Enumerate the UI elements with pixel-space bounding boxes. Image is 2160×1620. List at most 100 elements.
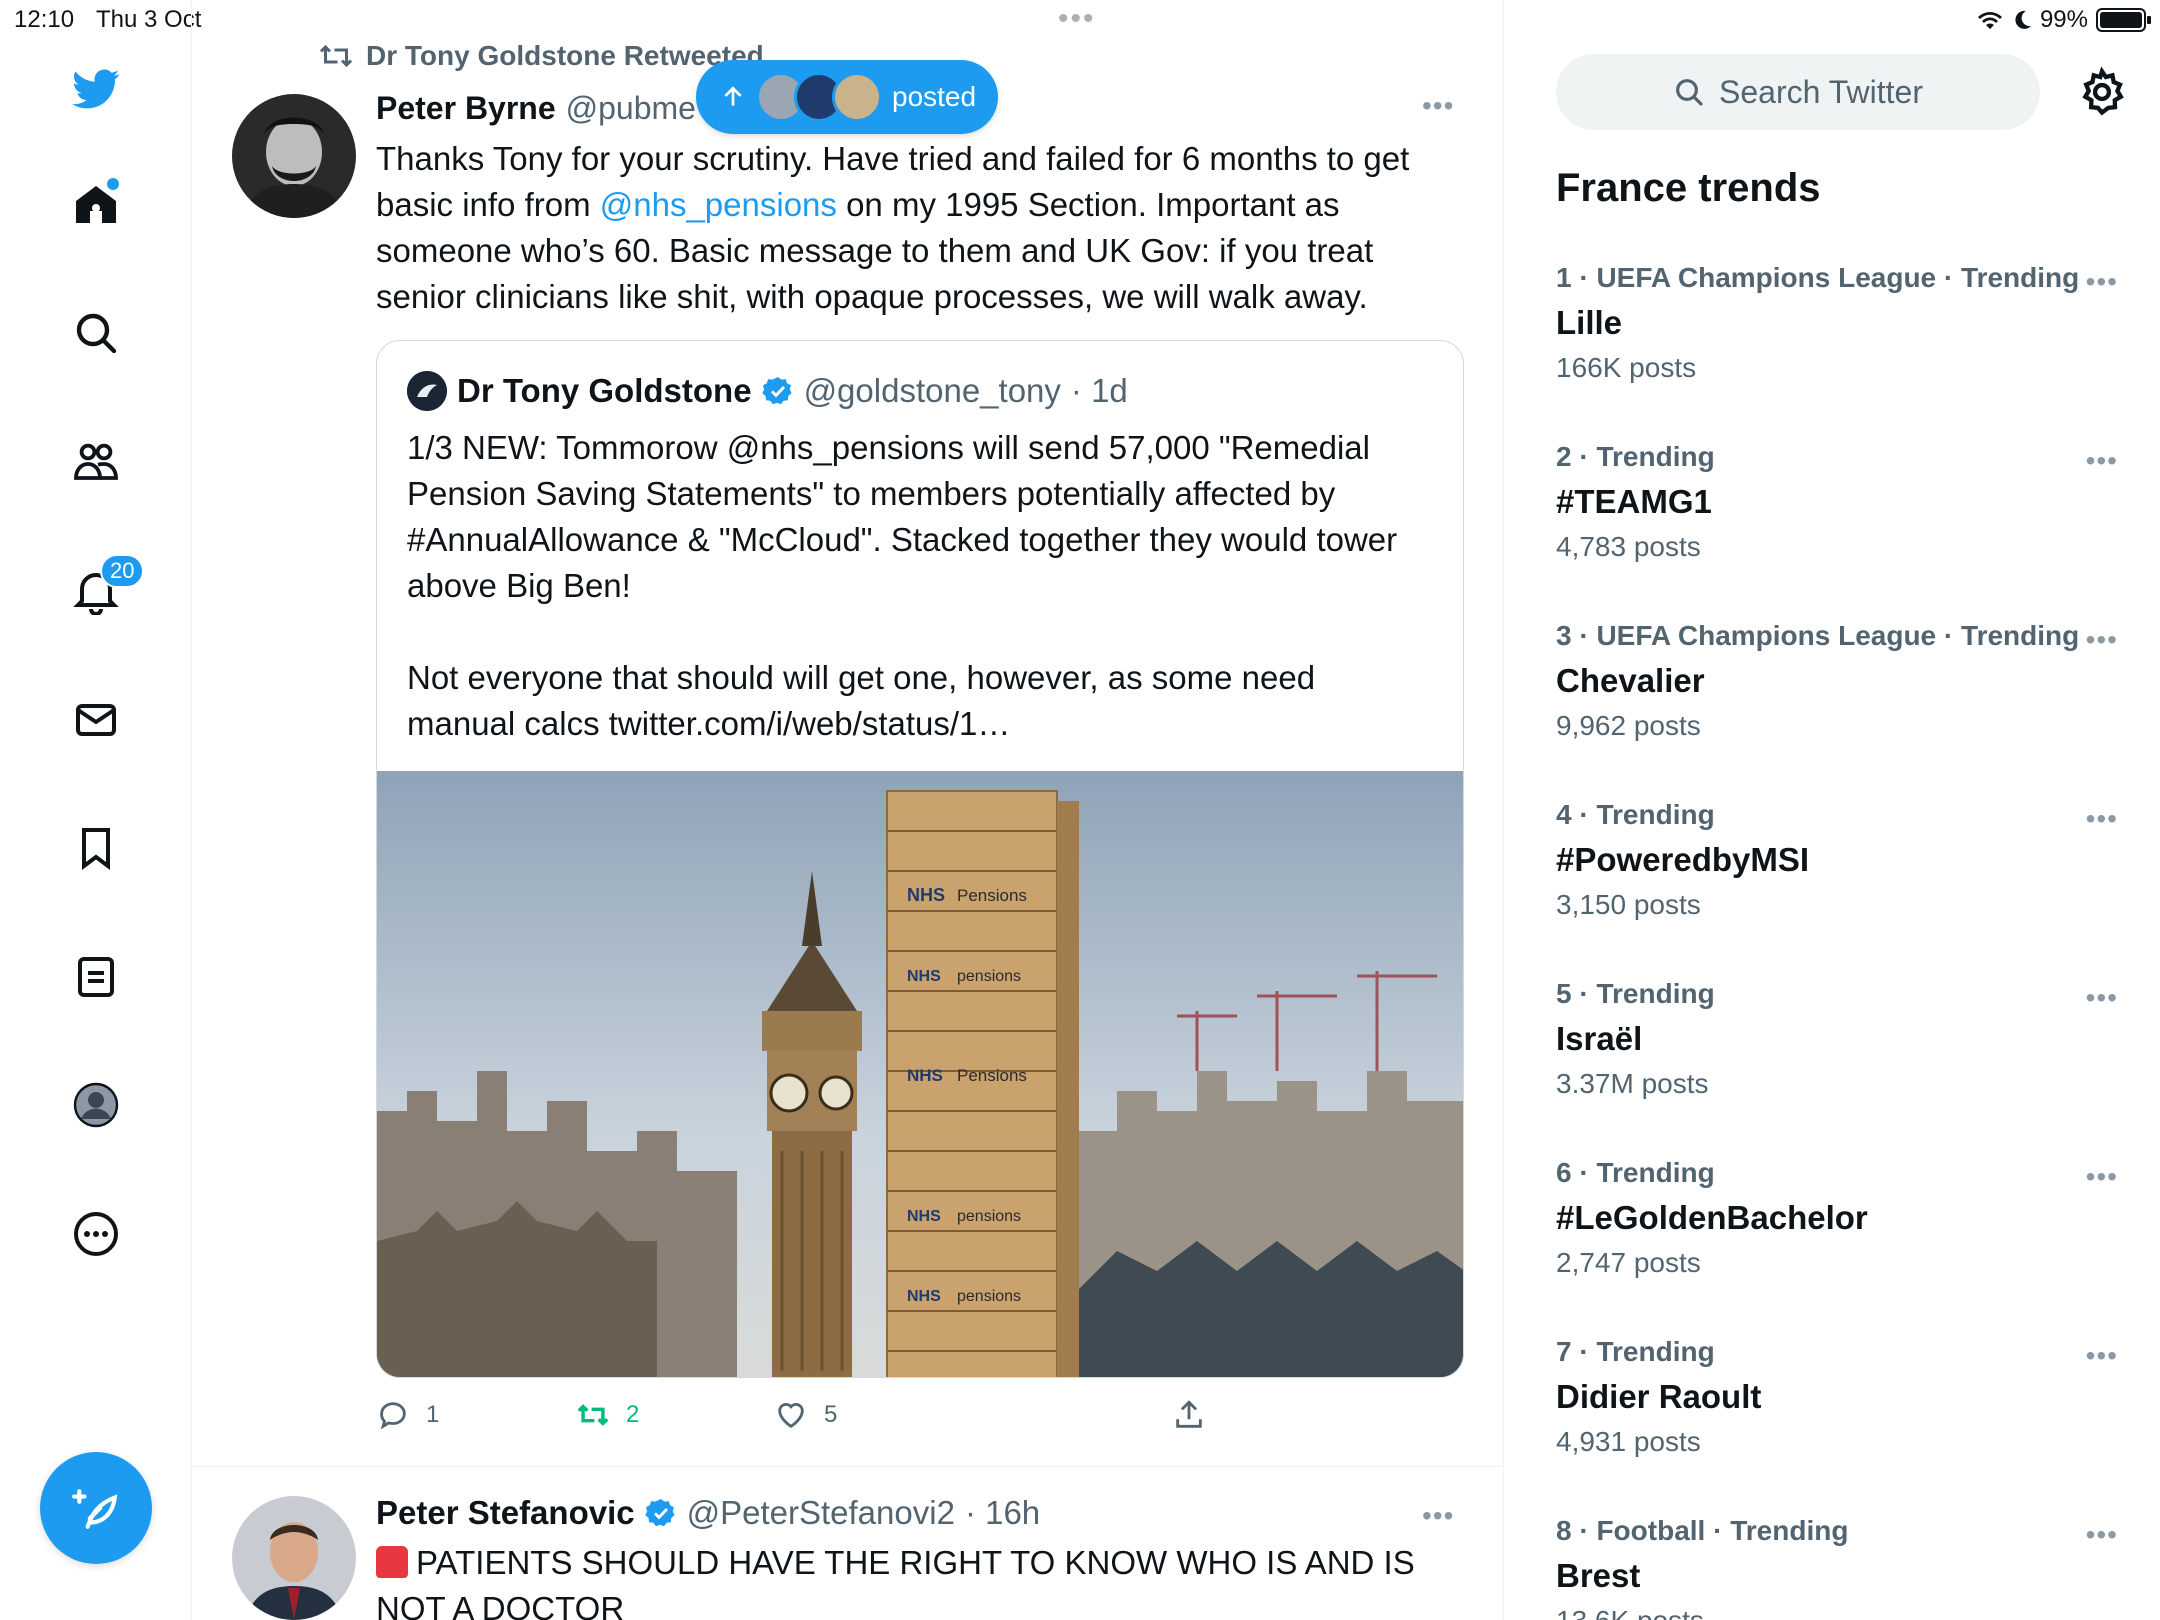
verified-badge-icon: [761, 377, 792, 405]
search-placeholder: Search Twitter: [1719, 73, 1923, 110]
trend-item[interactable]: 1 · UEFA Champions League · Trending Lill…: [1556, 262, 2118, 384]
right-sidebar: Search Twitter France trends 1 · UEFA Ch…: [1504, 0, 2160, 1620]
svg-text:pensions: pensions: [957, 1208, 1021, 1225]
trend-more-icon[interactable]: •••: [2086, 982, 2118, 1014]
avatar-peter-stefanovic[interactable]: [232, 1496, 356, 1620]
trend-context: 5 · Trending: [1556, 978, 1715, 1009]
verified-badge-icon: [644, 1499, 675, 1527]
trend-context: 4 · Trending: [1556, 799, 1715, 830]
trend-post-count: 4,931 posts: [1556, 1426, 1701, 1457]
compose-tweet-button[interactable]: [40, 1452, 152, 1564]
trend-more-icon[interactable]: •••: [2086, 1161, 2118, 1193]
tweet-divider: [192, 1466, 1503, 1467]
home-unread-dot: [107, 178, 119, 190]
search-icon[interactable]: [55, 292, 137, 374]
trend-more-icon[interactable]: •••: [2086, 1519, 2118, 1551]
twitter-logo-icon[interactable]: [55, 48, 137, 130]
tweet-text: Thanks Tony for your scrutiny. Have trie…: [376, 140, 1410, 315]
trend-post-count: 3,150 posts: [1556, 889, 1701, 920]
svg-text:NHS: NHS: [907, 1066, 943, 1085]
trend-more-icon[interactable]: •••: [2086, 803, 2118, 835]
settings-gear-icon[interactable]: [2076, 66, 2128, 118]
trend-post-count: 13.6K posts: [1556, 1605, 2116, 1620]
lists-icon[interactable]: [55, 936, 137, 1018]
reply-button[interactable]: 1: [376, 1398, 439, 1432]
more-options-icon[interactable]: [55, 1193, 137, 1275]
trend-item[interactable]: 6 · Trending #LeGoldenBachelor 2,747 posts…: [1556, 1157, 2118, 1279]
trend-name: #TEAMG1: [1556, 483, 1712, 520]
trend-more-icon[interactable]: •••: [2086, 445, 2118, 477]
profile-avatar-icon[interactable]: [55, 1064, 137, 1146]
trends-title: France trends: [1556, 166, 1821, 210]
tweet-author-line: Peter Byrne @pubme: [376, 90, 696, 127]
svg-text:NHS: NHS: [907, 1208, 941, 1225]
author-name[interactable]: Peter Stefanovic: [376, 1494, 635, 1532]
quoted-tweet-header: Dr Tony Goldstone @goldstone_tony · 1d: [407, 371, 1128, 411]
quoted-tweet[interactable]: Dr Tony Goldstone @goldstone_tony · 1d 1…: [376, 340, 1464, 1378]
trend-more-icon[interactable]: •••: [2086, 624, 2118, 656]
tweet2-author-line: Peter Stefanovic @PeterStefanovi2 · 16h: [376, 1494, 1040, 1532]
tweet-more-icon[interactable]: •••: [1422, 90, 1454, 122]
svg-text:Pensions: Pensions: [957, 886, 1027, 905]
share-button[interactable]: [1172, 1398, 1206, 1432]
like-count: 5: [824, 1401, 838, 1428]
quoted-author-handle[interactable]: @goldstone_tony: [804, 372, 1061, 410]
quoted-tweet-text: 1/3 NEW: Tommorow @nhs_pensions will sen…: [407, 429, 1398, 742]
quoted-author-name[interactable]: Dr Tony Goldstone: [457, 372, 752, 410]
svg-text:NHS: NHS: [907, 1288, 941, 1305]
trend-post-count: 2,747 posts: [1556, 1247, 1701, 1278]
trend-post-count: 4,783 posts: [1556, 531, 1701, 562]
trend-name: Brest: [1556, 1557, 1641, 1594]
tweet-more-icon[interactable]: •••: [1422, 1500, 1454, 1532]
trend-name: Lille: [1556, 304, 1623, 341]
trend-name: Israël: [1556, 1020, 1643, 1057]
trend-name: Didier Raoult: [1556, 1378, 1762, 1415]
home-icon[interactable]: [55, 164, 137, 246]
author-name[interactable]: Peter Byrne: [376, 90, 556, 127]
pill-avatars: [756, 72, 882, 122]
trend-context: 6 · Trending: [1556, 1157, 1715, 1188]
trend-post-count: 9,962 posts: [1556, 710, 1701, 741]
trend-item[interactable]: 7 · Trending Didier Raoult 4,931 posts •••: [1556, 1336, 2118, 1458]
trend-name: Chevalier: [1556, 662, 1705, 699]
messages-icon[interactable]: [55, 679, 137, 761]
trend-more-icon[interactable]: •••: [2086, 266, 2118, 298]
svg-text:Pensions: Pensions: [957, 1066, 1027, 1085]
mention-link[interactable]: @nhs_pensions: [600, 186, 837, 223]
trend-item[interactable]: 3 · UEFA Champions League · Trending Chev…: [1556, 620, 2118, 742]
tweet-text: PATIENTS SHOULD HAVE THE RIGHT TO KNOW W…: [376, 1544, 1415, 1620]
trend-more-icon[interactable]: •••: [2086, 1340, 2118, 1372]
retweet-icon: [319, 44, 353, 68]
quoted-tweet-time: · 1d: [1070, 372, 1128, 409]
author-handle[interactable]: @PeterStefanovi2: [687, 1494, 955, 1532]
svg-text:NHS: NHS: [907, 968, 941, 985]
trend-post-count: 3.37M posts: [1556, 1068, 1709, 1099]
trend-context: 3 · UEFA Champions League · Trending: [1556, 620, 2080, 651]
new-posts-pill[interactable]: posted: [696, 60, 998, 134]
trend-item[interactable]: 2 · Trending #TEAMG1 4,783 posts •••: [1556, 441, 2118, 563]
trend-item[interactable]: 5 · Trending Israël 3.37M posts •••: [1556, 978, 2118, 1100]
heart-icon: [778, 1403, 804, 1429]
pension-boxes-stack: NHS Pensions NHS pensions NHS Pensions N…: [886, 790, 1079, 1377]
reply-icon: [380, 1402, 406, 1430]
search-input[interactable]: Search Twitter: [1556, 54, 2040, 130]
like-button[interactable]: 5: [774, 1398, 837, 1432]
trend-name: #PoweredbyMSI: [1556, 841, 1810, 878]
retweet-label: Dr Tony Goldstone Retweeted: [366, 40, 764, 71]
communities-icon[interactable]: [55, 421, 137, 503]
trend-context: 8 · Football · Trending: [1556, 1515, 1849, 1546]
author-handle[interactable]: @pubme: [566, 90, 696, 127]
trend-context: 1 · UEFA Champions League · Trending: [1556, 262, 2080, 293]
compose-feather-icon: [72, 1489, 118, 1529]
quoted-tweet-image[interactable]: NHS Pensions NHS pensions NHS Pensions N…: [377, 771, 1463, 1377]
trend-item[interactable]: 8 · Football · Trending Brest 13.6K posts •…: [1556, 1515, 2118, 1620]
left-navigation: 20: [0, 0, 192, 1620]
bookmarks-icon[interactable]: [55, 807, 137, 889]
big-ben-pension-boxes-image: NHS Pensions NHS pensions NHS Pensions N…: [377, 771, 1463, 1377]
trend-context: 2 · Trending: [1556, 441, 1715, 472]
svg-text:NHS: NHS: [907, 885, 945, 905]
avatar-peter-byrne[interactable]: [232, 94, 356, 218]
trend-item[interactable]: 4 · Trending #PoweredbyMSI 3,150 posts •••: [1556, 799, 2118, 921]
retweet-button[interactable]: 2: [576, 1398, 639, 1432]
retweet-context: Dr Tony Goldstone Retweeted: [318, 40, 764, 72]
